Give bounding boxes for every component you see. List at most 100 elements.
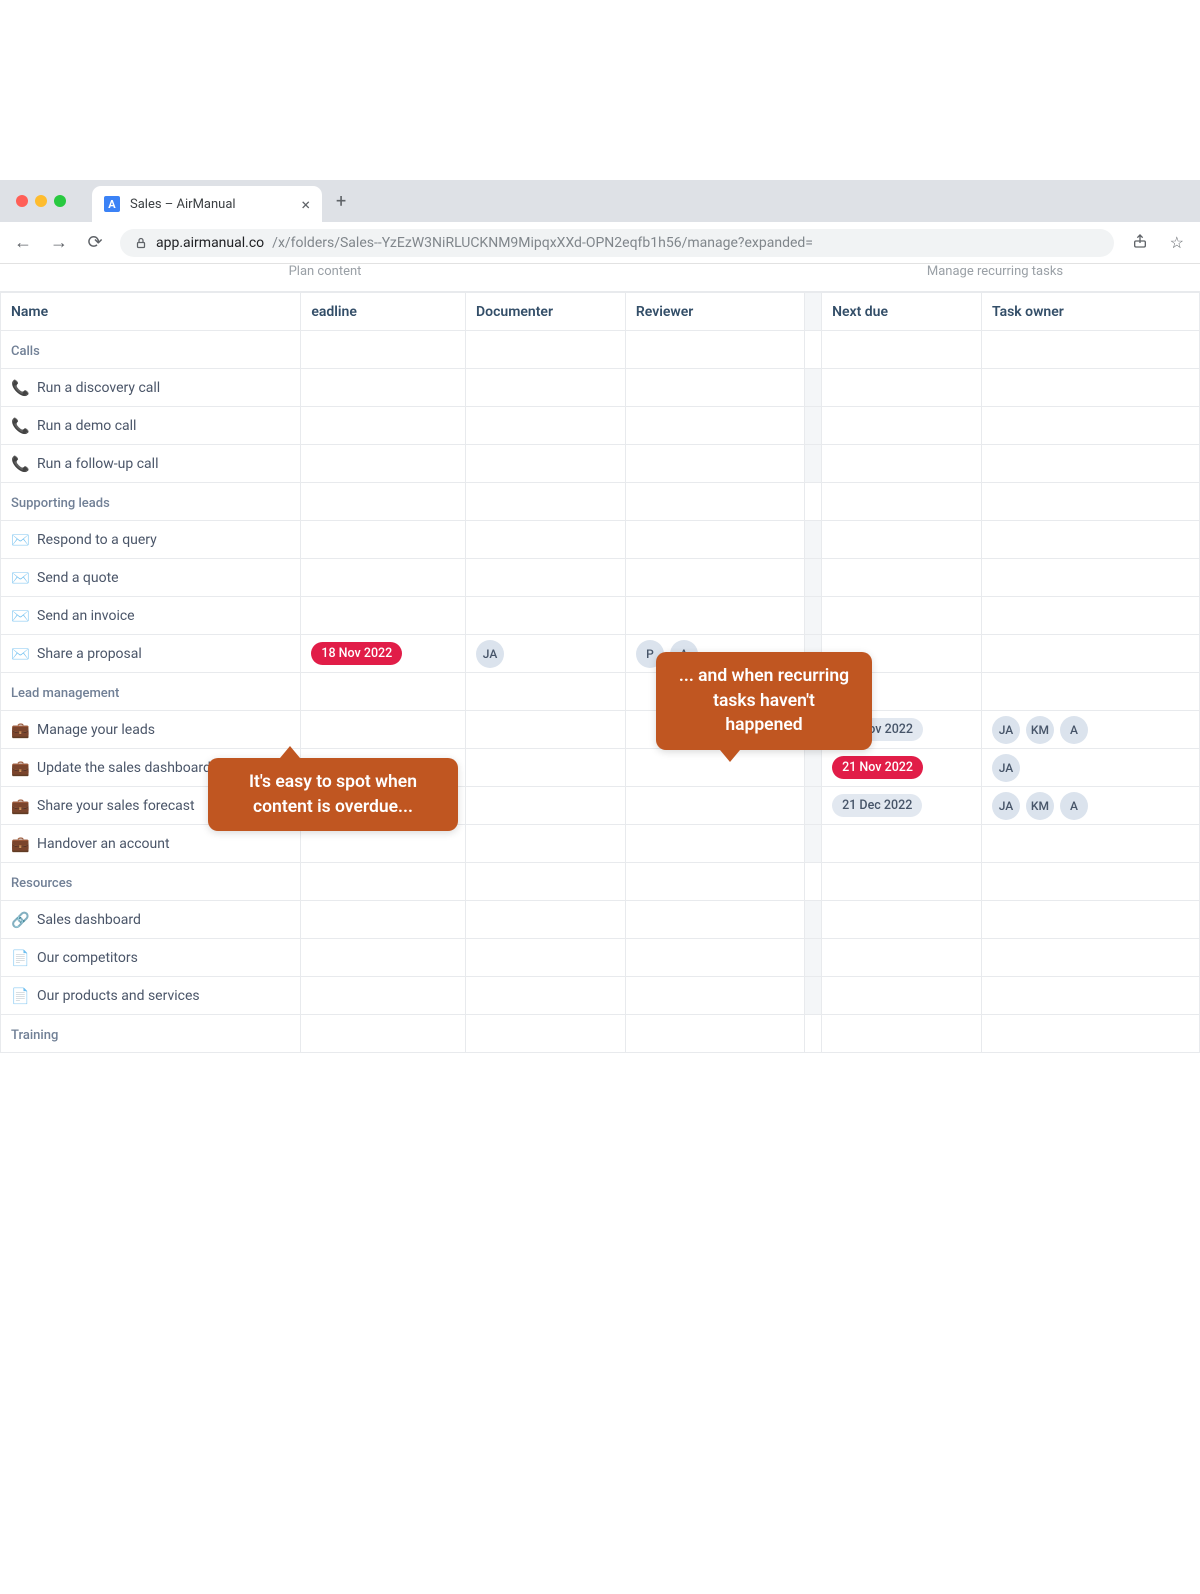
cell-task-owner[interactable] — [981, 635, 1199, 673]
cell-reviewer[interactable] — [625, 825, 804, 863]
cell-documenter[interactable] — [466, 711, 626, 749]
table-row[interactable]: ✉️ Send a quote — [1, 559, 1200, 597]
cell-task-owner[interactable] — [981, 977, 1199, 1015]
cell-deadline[interactable] — [301, 977, 466, 1015]
cell-documenter[interactable] — [466, 901, 626, 939]
table-row[interactable]: 💼 Handover an account — [1, 825, 1200, 863]
cell-task-owner[interactable]: JA — [981, 749, 1199, 787]
cell-task-owner[interactable] — [981, 369, 1199, 407]
cell-deadline[interactable]: 18 Nov 2022 — [301, 635, 466, 673]
browser-tab[interactable]: A Sales – AirManual × — [92, 186, 322, 222]
cell-task-owner[interactable]: JAKMA — [981, 787, 1199, 825]
cell-next-due[interactable] — [822, 939, 982, 977]
cell-reviewer[interactable] — [625, 597, 804, 635]
col-name[interactable]: Name — [1, 293, 301, 331]
table-row[interactable]: 🔗 Sales dashboard — [1, 901, 1200, 939]
cell-reviewer[interactable] — [625, 445, 804, 483]
table-row[interactable]: ✉️ Share a proposal 18 Nov 2022 JA PA — [1, 635, 1200, 673]
bookmark-icon[interactable]: ☆ — [1166, 233, 1188, 252]
cell-deadline[interactable] — [301, 901, 466, 939]
col-task-owner[interactable]: Task owner — [981, 293, 1199, 331]
close-tab-icon[interactable]: × — [301, 195, 310, 214]
table-row[interactable]: 💼 Share your sales forecast 21 Dec 2022 … — [1, 787, 1200, 825]
cell-documenter[interactable]: JA — [466, 635, 626, 673]
avatar[interactable]: A — [1060, 716, 1088, 744]
cell-reviewer[interactable] — [625, 977, 804, 1015]
cell-next-due[interactable] — [822, 445, 982, 483]
cell-reviewer[interactable] — [625, 559, 804, 597]
cell-task-owner[interactable] — [981, 559, 1199, 597]
avatar[interactable]: A — [1060, 792, 1088, 820]
cell-deadline[interactable] — [301, 597, 466, 635]
cell-documenter[interactable] — [466, 559, 626, 597]
cell-documenter[interactable] — [466, 597, 626, 635]
cell-documenter[interactable] — [466, 825, 626, 863]
cell-task-owner[interactable] — [981, 521, 1199, 559]
col-deadline[interactable]: eadline — [301, 293, 466, 331]
cell-task-owner[interactable] — [981, 825, 1199, 863]
avatar[interactable]: JA — [476, 640, 504, 668]
cell-documenter[interactable] — [466, 445, 626, 483]
table-row[interactable]: 💼 Update the sales dashboard 21 Nov 2022… — [1, 749, 1200, 787]
cell-next-due[interactable] — [822, 369, 982, 407]
cell-task-owner[interactable] — [981, 939, 1199, 977]
cell-task-owner[interactable] — [981, 445, 1199, 483]
cell-task-owner[interactable] — [981, 407, 1199, 445]
close-window-button[interactable] — [16, 195, 28, 207]
col-documenter[interactable]: Documenter — [466, 293, 626, 331]
new-tab-button[interactable]: + — [328, 191, 354, 212]
avatar[interactable]: JA — [992, 792, 1020, 820]
maximize-window-button[interactable] — [54, 195, 66, 207]
url-input[interactable]: app.airmanual.co/x/folders/Sales--YzEzW3… — [120, 229, 1114, 257]
cell-documenter[interactable] — [466, 787, 626, 825]
table-row[interactable]: 📄 Our products and services — [1, 977, 1200, 1015]
cell-next-due[interactable] — [822, 597, 982, 635]
cell-deadline[interactable] — [301, 939, 466, 977]
cell-documenter[interactable] — [466, 369, 626, 407]
col-next-due[interactable]: Next due — [822, 293, 982, 331]
cell-documenter[interactable] — [466, 407, 626, 445]
table-row[interactable]: ✉️ Respond to a query — [1, 521, 1200, 559]
back-button[interactable]: ← — [12, 232, 34, 253]
cell-task-owner[interactable] — [981, 901, 1199, 939]
cell-next-due[interactable] — [822, 977, 982, 1015]
cell-documenter[interactable] — [466, 521, 626, 559]
cell-next-due[interactable] — [822, 407, 982, 445]
cell-deadline[interactable] — [301, 711, 466, 749]
cell-next-due[interactable] — [822, 559, 982, 597]
cell-next-due[interactable] — [822, 825, 982, 863]
cell-task-owner[interactable]: JAKMA — [981, 711, 1199, 749]
reload-button[interactable]: ⟳ — [84, 232, 106, 253]
table-row[interactable]: 📞 Run a discovery call — [1, 369, 1200, 407]
table-row[interactable]: ✉️ Send an invoice — [1, 597, 1200, 635]
cell-reviewer[interactable] — [625, 521, 804, 559]
cell-next-due[interactable] — [822, 521, 982, 559]
avatar[interactable]: KM — [1026, 792, 1054, 820]
cell-reviewer[interactable] — [625, 369, 804, 407]
avatar[interactable]: KM — [1026, 716, 1054, 744]
cell-reviewer[interactable] — [625, 407, 804, 445]
cell-deadline[interactable] — [301, 445, 466, 483]
cell-next-due[interactable] — [822, 901, 982, 939]
cell-reviewer[interactable] — [625, 901, 804, 939]
cell-next-due[interactable]: 21 Dec 2022 — [822, 787, 982, 825]
cell-documenter[interactable] — [466, 749, 626, 787]
cell-next-due[interactable]: 21 Nov 2022 — [822, 749, 982, 787]
cell-deadline[interactable] — [301, 407, 466, 445]
table-row[interactable]: 📞 Run a demo call — [1, 407, 1200, 445]
cell-deadline[interactable] — [301, 521, 466, 559]
table-row[interactable]: 📄 Our competitors — [1, 939, 1200, 977]
table-row[interactable]: 📞 Run a follow-up call — [1, 445, 1200, 483]
table-row[interactable]: 💼 Manage your leads 28 Nov 2022 JAKMA — [1, 711, 1200, 749]
share-icon[interactable] — [1128, 233, 1152, 253]
cell-reviewer[interactable] — [625, 749, 804, 787]
forward-button[interactable]: → — [48, 232, 70, 253]
cell-reviewer[interactable] — [625, 939, 804, 977]
cell-task-owner[interactable] — [981, 597, 1199, 635]
cell-documenter[interactable] — [466, 977, 626, 1015]
avatar[interactable]: JA — [992, 754, 1020, 782]
cell-reviewer[interactable] — [625, 787, 804, 825]
cell-deadline[interactable] — [301, 369, 466, 407]
col-reviewer[interactable]: Reviewer — [625, 293, 804, 331]
cell-documenter[interactable] — [466, 939, 626, 977]
